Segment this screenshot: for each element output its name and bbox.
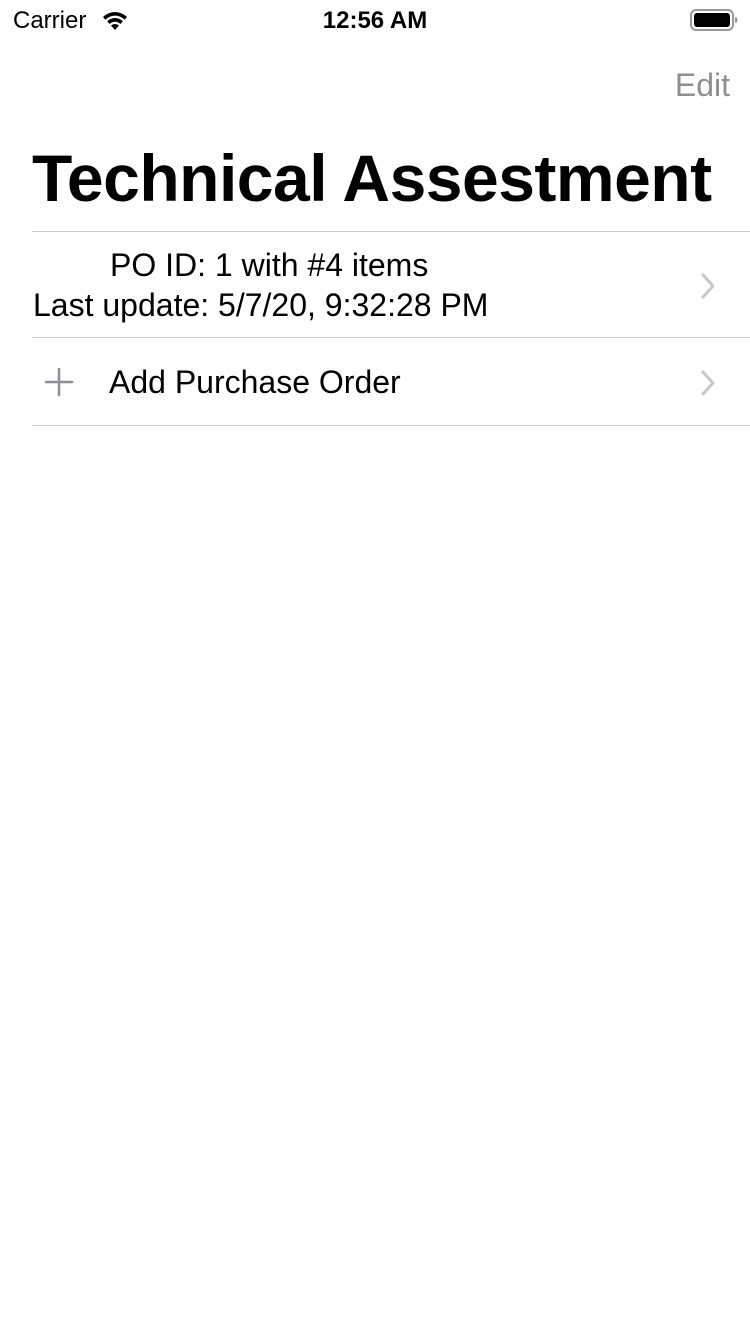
battery-icon	[690, 9, 738, 31]
chevron-right-icon	[701, 273, 715, 299]
list-separator	[32, 425, 750, 426]
purchase-order-row[interactable]: PO ID: 1 with #4 items Last update: 5/7/…	[32, 232, 750, 337]
status-time: 12:56 AM	[322, 7, 428, 34]
po-summary: PO ID: 1 with #4 items	[110, 247, 429, 283]
plus-icon	[44, 367, 74, 397]
page-title: Technical Assestment	[32, 141, 712, 215]
status-bar: Carrier 12:56 AM	[0, 0, 750, 40]
chevron-right-icon	[701, 370, 715, 396]
po-last-update: Last update: 5/7/20, 9:32:28 PM	[33, 287, 489, 323]
add-purchase-order-label: Add Purchase Order	[109, 364, 401, 400]
screen: Carrier 12:56 AM Edit Technical Assestme…	[0, 0, 750, 1334]
edit-button[interactable]: Edit	[650, 64, 730, 106]
add-purchase-order-row[interactable]: Add Purchase Order	[32, 338, 750, 425]
